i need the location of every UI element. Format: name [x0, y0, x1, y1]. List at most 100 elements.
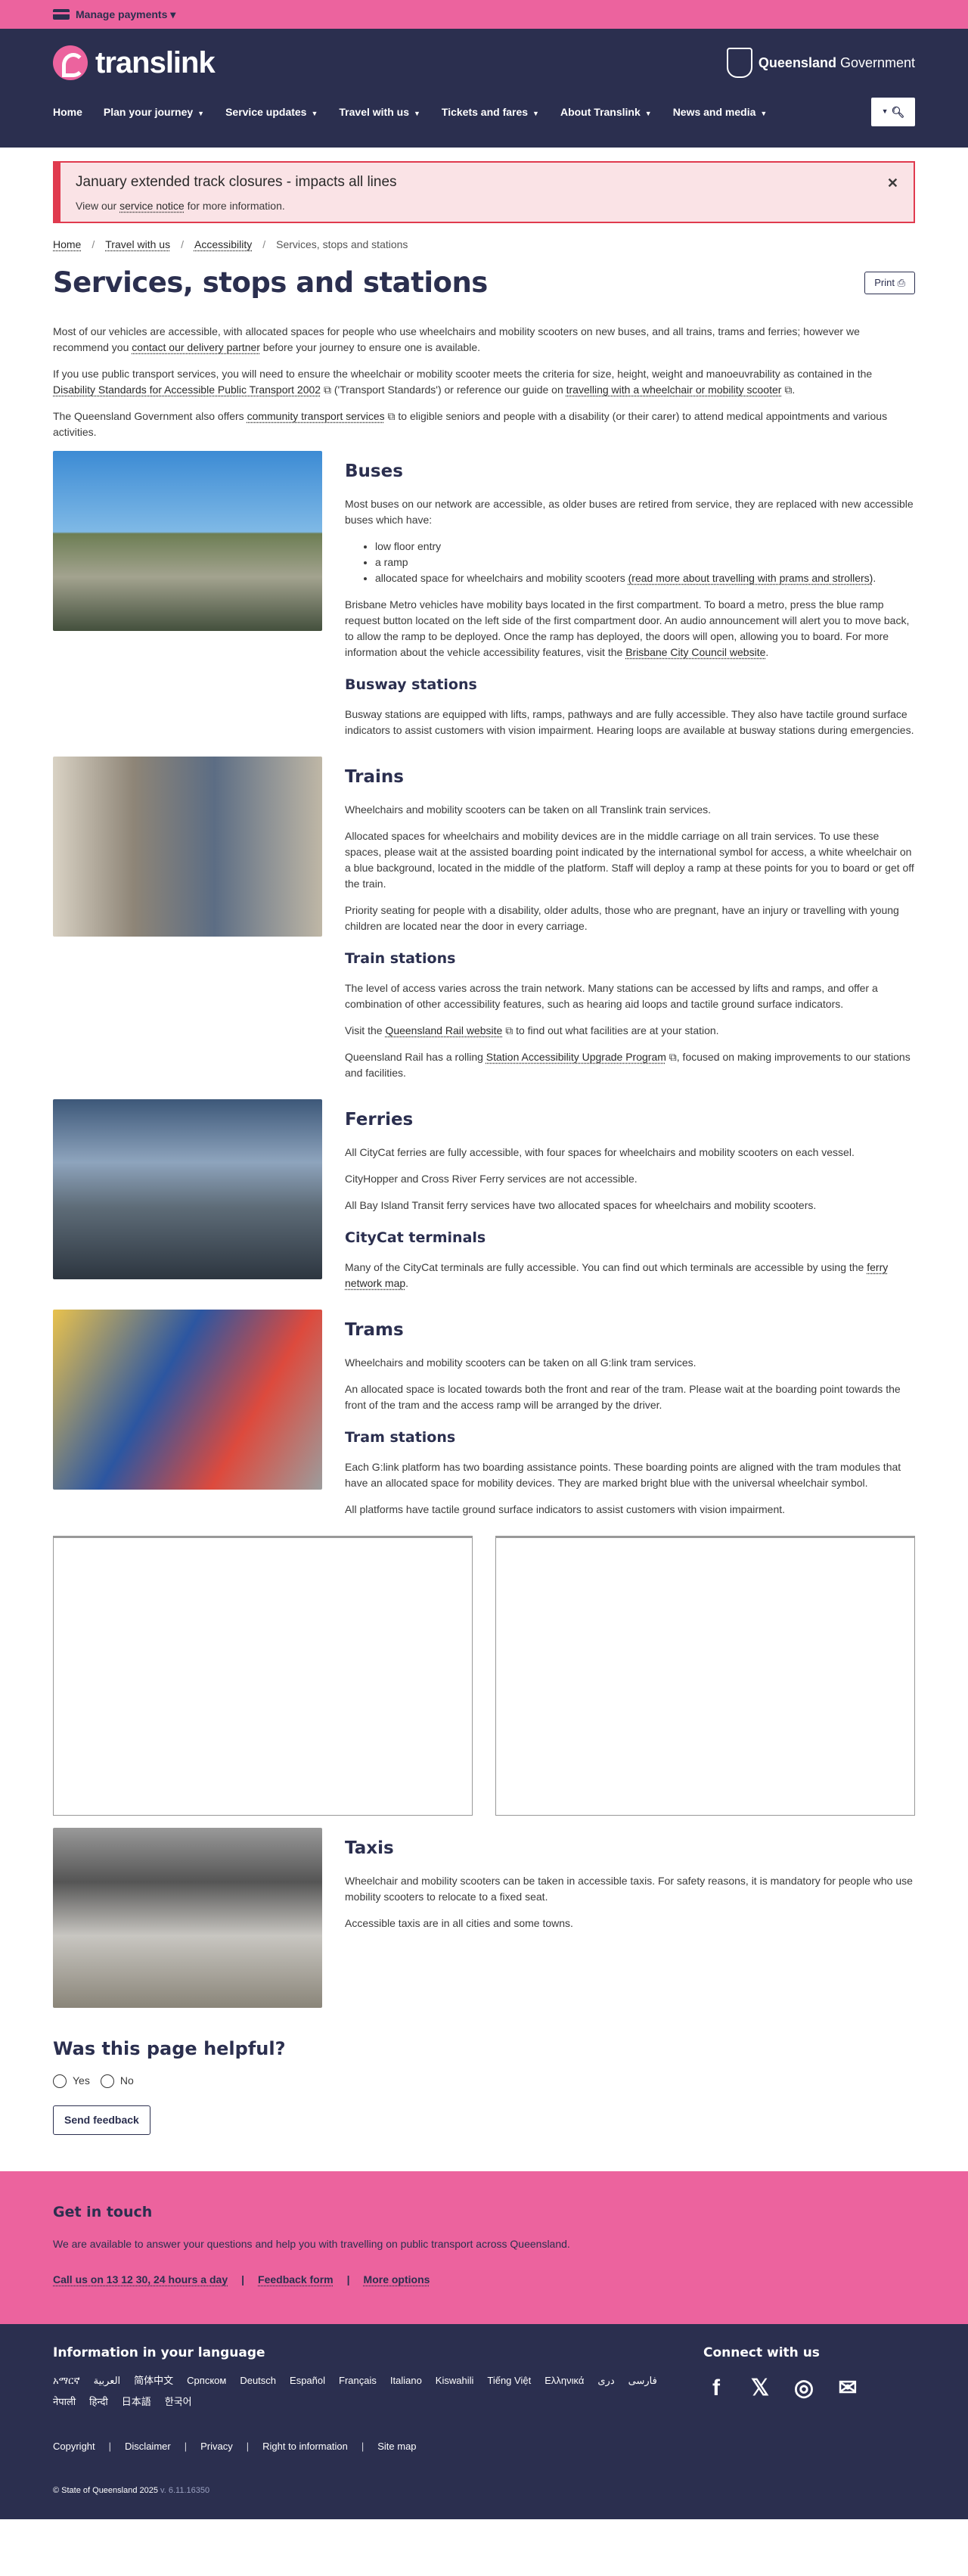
- text: The Queensland Government also offers: [53, 409, 247, 422]
- version-text: v. 6.11.16350: [160, 2485, 210, 2495]
- print-button[interactable]: Print ⎙: [864, 272, 915, 294]
- nav-plan-journey[interactable]: Plan your journey ▼: [104, 104, 204, 120]
- chevron-down-icon: ▼: [532, 109, 539, 117]
- language-link[interactable]: العربية: [94, 2373, 121, 2388]
- disclaimer-link[interactable]: Disclaimer: [125, 2439, 171, 2454]
- nav-service-updates[interactable]: Service updates ▼: [225, 104, 318, 120]
- intro-p2: If you use public transport services, yo…: [53, 366, 915, 398]
- bus-features-list: low floor entry a ramp allocated space f…: [375, 539, 915, 586]
- delivery-partner-link[interactable]: contact our delivery partner: [132, 341, 260, 353]
- nav-tickets-fares[interactable]: Tickets and fares ▼: [442, 104, 539, 120]
- qr-link[interactable]: Queensland Rail website: [385, 1024, 502, 1036]
- more-options-link[interactable]: More options: [364, 2272, 430, 2288]
- bcc-link[interactable]: Brisbane City Council website: [625, 646, 765, 658]
- alert-text-a: View our: [76, 199, 120, 212]
- rti-link[interactable]: Right to information: [262, 2439, 348, 2454]
- wheelchair-guide-link[interactable]: travelling with a wheelchair or mobility…: [566, 384, 782, 396]
- breadcrumb-home[interactable]: Home: [53, 237, 81, 253]
- tram-stations-p1: Each G:link platform has two boarding as…: [345, 1460, 901, 1489]
- service-notice-link[interactable]: service notice: [119, 200, 185, 212]
- radio-icon: [53, 2074, 67, 2088]
- call-us-link[interactable]: Call us on 13 12 30, 24 hours a day: [53, 2272, 228, 2288]
- nav-home[interactable]: Home: [53, 104, 82, 120]
- subsection-title: Busway stations: [345, 676, 477, 693]
- language-link[interactable]: Français: [339, 2373, 377, 2388]
- nav-label: Service updates: [225, 105, 307, 118]
- translink-logo[interactable]: translink: [53, 40, 216, 85]
- language-link[interactable]: 한국어: [165, 2394, 192, 2410]
- breadcrumb-accessibility[interactable]: Accessibility: [194, 237, 252, 253]
- section-title: Trams: [345, 1319, 404, 1340]
- printer-icon: ⎙: [897, 277, 905, 288]
- nav-label: Home: [53, 105, 82, 118]
- language-link[interactable]: Kiswahili: [436, 2373, 474, 2388]
- instagram-icon[interactable]: ◎: [791, 2375, 817, 2400]
- language-link[interactable]: हिन्दी: [89, 2394, 108, 2410]
- sitemap-link[interactable]: Site map: [377, 2439, 416, 2454]
- feedback-form: Was this page helpful? Yes No Send feedb…: [53, 2035, 915, 2135]
- text: before your journey to ensure one is ava…: [259, 340, 480, 353]
- language-link[interactable]: دری: [597, 2373, 614, 2388]
- language-link[interactable]: Deutsch: [240, 2373, 276, 2388]
- language-link[interactable]: 简体中文: [134, 2373, 173, 2388]
- feedback-form-link[interactable]: Feedback form: [258, 2272, 334, 2288]
- qg-bold: Queensland: [758, 54, 836, 70]
- disability-standards-link[interactable]: Disability Standards for Accessible Publ…: [53, 384, 321, 396]
- no-radio[interactable]: No: [100, 2073, 134, 2089]
- yes-radio[interactable]: Yes: [53, 2073, 90, 2089]
- x-icon[interactable]: 𝕏: [747, 2375, 773, 2400]
- site-footer: Information in your language አማርኛ العربي…: [0, 2323, 968, 2519]
- trams-section: Trams Wheelchairs and mobility scooters …: [53, 1309, 915, 1528]
- email-icon[interactable]: ✉: [835, 2375, 861, 2400]
- copyright-link[interactable]: Copyright: [53, 2439, 95, 2454]
- language-link[interactable]: Ελληνικά: [544, 2373, 584, 2388]
- map-embed[interactable]: [53, 1535, 473, 1816]
- map-embed[interactable]: [495, 1535, 915, 1816]
- breadcrumb-travel[interactable]: Travel with us: [105, 237, 170, 253]
- close-icon[interactable]: ✕: [887, 173, 898, 194]
- upgrade-program-link[interactable]: Station Accessibility Upgrade Program: [486, 1051, 666, 1063]
- nav-travel-with-us[interactable]: Travel with us ▼: [339, 104, 420, 120]
- nav-label: Tickets and fares: [441, 105, 529, 118]
- community-transport-link[interactable]: community transport services: [247, 410, 385, 422]
- language-link[interactable]: नेपाली: [53, 2394, 76, 2410]
- stations-p2: Visit the Queensland Rail website ⧉ to f…: [345, 1023, 915, 1039]
- train-photo: [53, 756, 322, 937]
- nav-about[interactable]: About Translink ▼: [560, 104, 652, 120]
- trains-p1: Wheelchairs and mobility scooters can be…: [345, 803, 711, 816]
- search-button[interactable]: ▼ 🔍︎: [871, 98, 915, 126]
- language-link[interactable]: አማርኛ: [53, 2373, 80, 2388]
- translink-logo-icon: [53, 45, 88, 80]
- language-link[interactable]: فارسی: [628, 2373, 657, 2388]
- manage-payments-link[interactable]: Manage payments ▾: [76, 7, 175, 23]
- language-link[interactable]: Italiano: [390, 2373, 422, 2388]
- radio-label: Yes: [73, 2074, 90, 2087]
- facebook-icon[interactable]: f: [703, 2375, 729, 2400]
- send-feedback-button[interactable]: Send feedback: [53, 2105, 150, 2135]
- ferries-p2: CityHopper and Cross River Ferry service…: [345, 1173, 638, 1185]
- breadcrumb-current: Services, stops and stations: [276, 238, 408, 250]
- manage-payments-label: Manage payments: [76, 8, 168, 20]
- text: .: [765, 646, 769, 658]
- language-link[interactable]: Tiếng Việt: [487, 2373, 531, 2388]
- taxis-p2: Accessible taxis are in all cities and s…: [345, 1917, 573, 1929]
- terminals-text: Many of the CityCat terminals are fully …: [345, 1260, 915, 1291]
- nav-news-media[interactable]: News and media ▼: [673, 104, 768, 120]
- copyright: © State of Queensland 2025 v. 6.11.16350: [53, 2484, 915, 2497]
- list-item: a ramp: [375, 555, 915, 570]
- language-list: አማርኛ العربية 简体中文 Српском Deutsch Españo…: [53, 2373, 673, 2409]
- language-link[interactable]: Српском: [187, 2373, 226, 2388]
- intro-p3: The Queensland Government also offers co…: [53, 409, 915, 440]
- external-link-icon: ⧉: [784, 383, 793, 396]
- qld-gov-logo[interactable]: Queensland Government: [726, 48, 915, 78]
- privacy-link[interactable]: Privacy: [200, 2439, 233, 2454]
- section-title: Taxis: [345, 1838, 394, 1858]
- tram-stations-p2: All platforms have tactile ground surfac…: [345, 1502, 786, 1515]
- text: If you use public transport services, yo…: [53, 367, 873, 380]
- site-header: translink Queensland Government Home Pla…: [0, 29, 968, 148]
- language-link[interactable]: 日本語: [122, 2394, 151, 2410]
- language-link[interactable]: Español: [290, 2373, 325, 2388]
- service-alert: January extended track closures - impact…: [53, 161, 915, 223]
- text: ('Transport Standards') or reference our…: [330, 383, 566, 396]
- prams-link[interactable]: (read more about travelling with prams a…: [628, 572, 873, 584]
